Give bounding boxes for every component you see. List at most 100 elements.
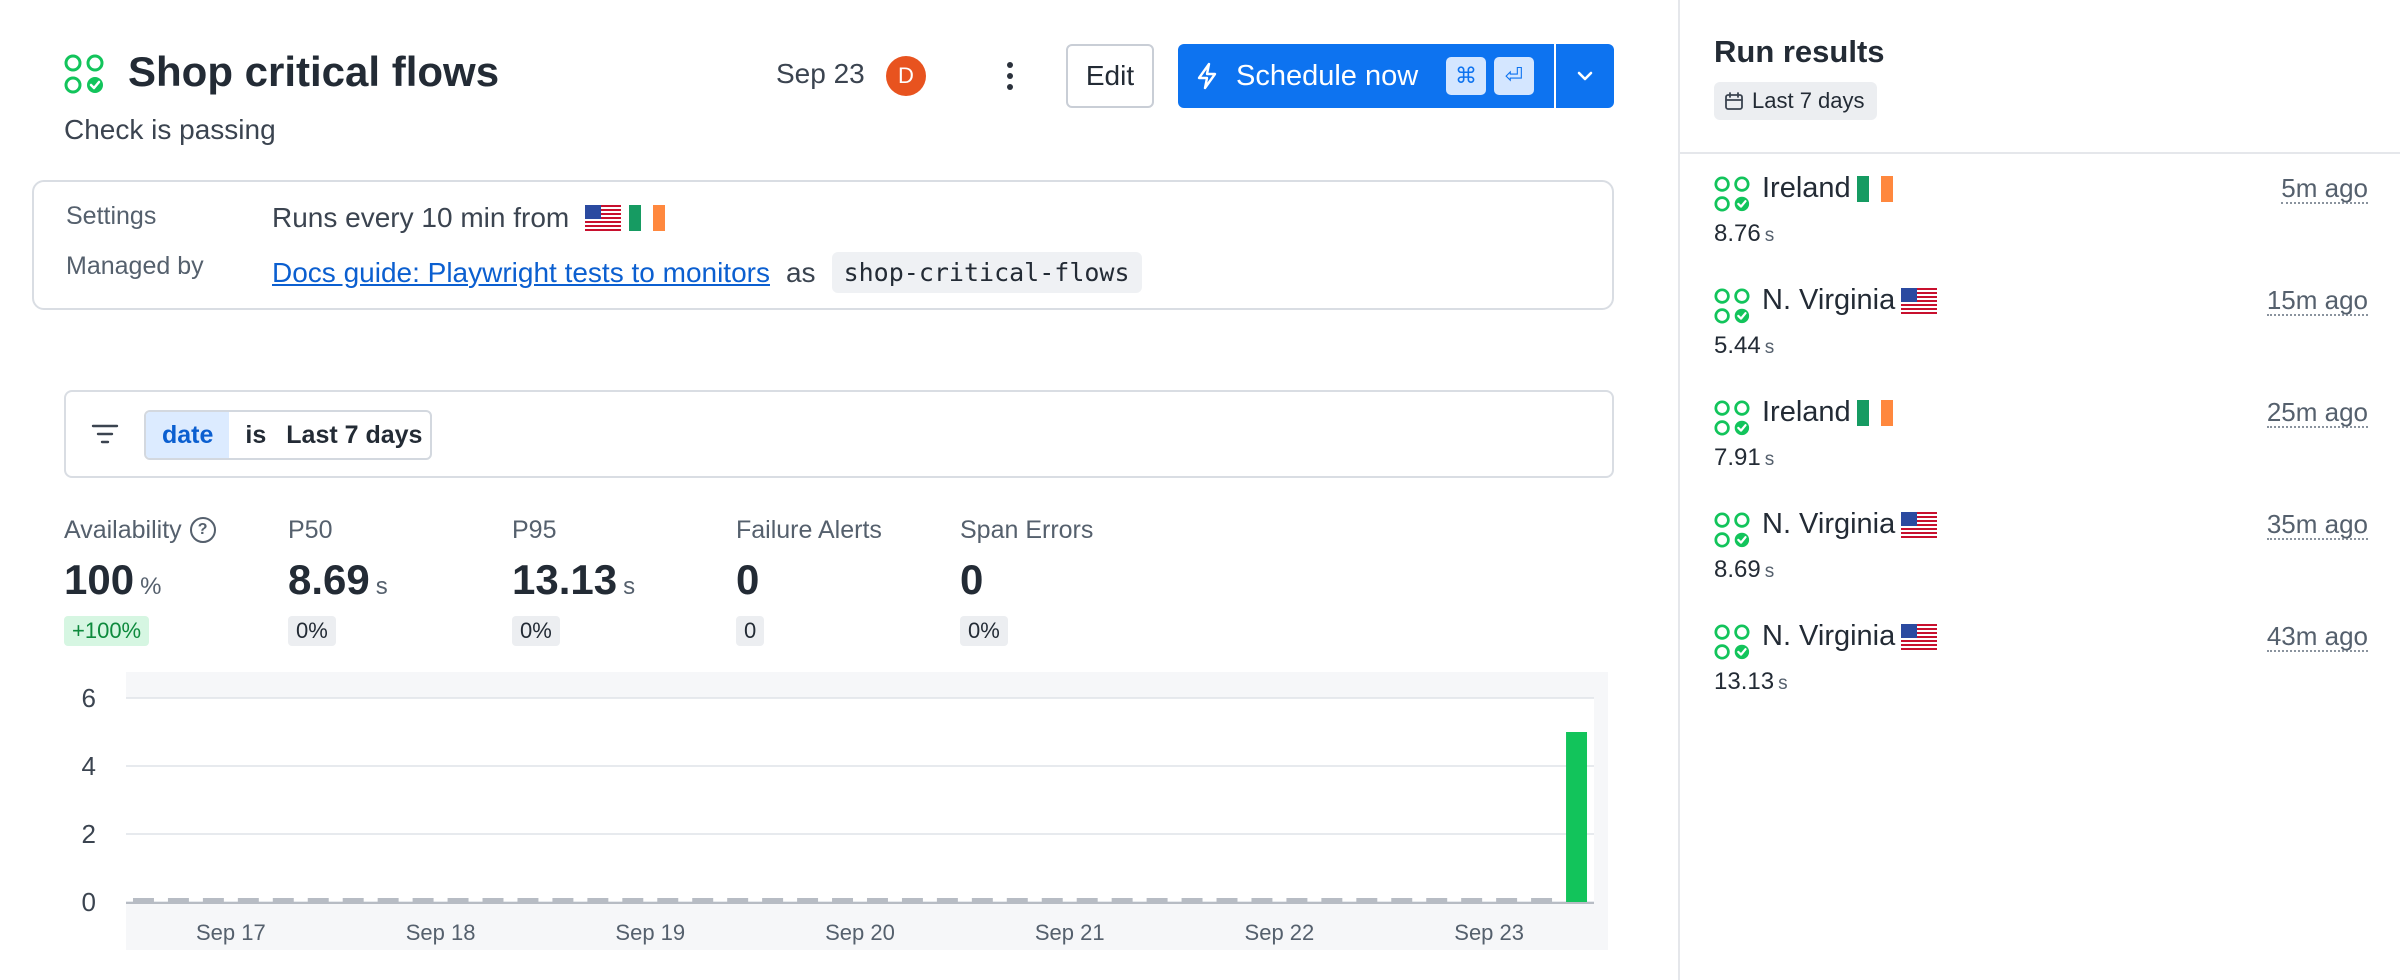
run-timestamp[interactable]: 35m ago (2266, 510, 2368, 540)
calendar-icon (1725, 92, 1743, 110)
divider (1680, 152, 2400, 154)
check-passed-icon (1714, 400, 1750, 436)
more-dots-icon (1007, 62, 1013, 68)
metric-p50: P50 8.69 s 0% (288, 514, 498, 646)
schedule-now-button[interactable]: Schedule now ⌘ ⏎ (1178, 44, 1554, 108)
chart-bar-zero (412, 898, 434, 902)
metric-availability: Availability ? 100% +100% (64, 514, 274, 646)
help-icon[interactable]: ? (189, 517, 216, 543)
edit-button[interactable]: Edit (1066, 44, 1154, 108)
avatar[interactable]: D (886, 56, 926, 96)
chart-bar-zero (1076, 898, 1098, 902)
us-flag-icon (1901, 511, 1938, 538)
run-location: Ireland (1762, 172, 1851, 204)
metric-value: 0 (736, 556, 760, 603)
chart-y-tick-label: 4 (82, 751, 96, 781)
ireland-flag-icon (1856, 175, 1893, 202)
chart-bar-zero (797, 898, 819, 902)
managed-by-label: Managed by (66, 252, 204, 280)
chart-bar-zero (692, 898, 714, 902)
schedule-options-dropdown[interactable] (1556, 44, 1614, 108)
chart-bar-zero (447, 898, 469, 902)
chart-bar-zero (1426, 898, 1448, 902)
project-code-label: shop-critical-flows (831, 252, 1142, 293)
chart-bar-zero (1496, 898, 1518, 902)
run-location: N. Virginia (1762, 284, 1896, 316)
metric-change-badge: 0% (288, 616, 336, 646)
date-range-filter[interactable]: Last 7 days (1714, 82, 1877, 120)
settings-card: Settings Runs every 10 min from Managed … (32, 180, 1614, 310)
metric-change-badge: 0% (512, 616, 560, 646)
metric-label: Failure Alerts (736, 515, 882, 544)
check-passed-icon (1714, 288, 1750, 324)
chart-x-tick-label: Sep 19 (615, 920, 685, 945)
run-timestamp[interactable]: 25m ago (2266, 398, 2368, 428)
chart-bar-zero (1181, 898, 1203, 902)
filter-value: Last 7 days (286, 421, 423, 449)
chart-bar-zero (1006, 898, 1028, 902)
chart-bar-zero (307, 898, 329, 902)
chart-y-tick-label: 6 (82, 683, 96, 713)
settings-value: Runs every 10 min from (272, 202, 666, 234)
chart-bar-zero (377, 898, 399, 902)
managed-as-text: as (785, 256, 816, 288)
run-result-item[interactable]: Ireland 25m ago 7.91 s (1714, 396, 2368, 492)
run-result-item[interactable]: N. Virginia 35m ago 8.69 s (1714, 508, 2368, 604)
run-duration-unit: s (1764, 225, 1775, 246)
chart-y-tick-label: 0 (82, 887, 96, 917)
chart-bar-zero (1356, 898, 1378, 902)
chart-bar-zero (237, 898, 259, 902)
run-duration-unit: s (1778, 673, 1788, 694)
check-status-icon (64, 54, 104, 94)
metric-value: 0 (960, 556, 984, 603)
enter-key-icon: ⏎ (1494, 57, 1534, 95)
chart-bar-zero (1251, 898, 1273, 902)
more-options-button[interactable] (990, 56, 1030, 96)
chart-bar-zero (1041, 898, 1063, 902)
chart-bar-zero (1286, 898, 1308, 902)
chart-bar-zero (762, 898, 784, 902)
schedule-now-label: Schedule now (1236, 60, 1419, 92)
run-result-item[interactable]: N. Virginia 43m ago 13.13 s (1714, 620, 2368, 716)
chart-x-tick-label: Sep 20 (825, 920, 895, 945)
chart-bar-zero (936, 898, 958, 902)
chart-bar-zero (202, 898, 224, 902)
metric-failure-alerts: Failure Alerts 0 0 (736, 514, 946, 646)
chart-bar-zero (1321, 898, 1343, 902)
date-range-label: Last 7 days (1752, 88, 1865, 113)
filter-key: date (146, 412, 230, 458)
chart-bar-zero (272, 898, 294, 902)
run-result-item[interactable]: Ireland 5m ago 8.76 s (1714, 172, 2368, 268)
run-timestamp[interactable]: 15m ago (2266, 286, 2368, 316)
managed-by-value: Docs guide: Playwright tests to monitors… (272, 252, 1142, 293)
run-result-item[interactable]: N. Virginia 15m ago 5.44 s (1714, 284, 2368, 380)
us-flag-icon (1901, 287, 1938, 314)
chart-plot-area (126, 698, 1594, 902)
run-location: N. Virginia (1762, 508, 1896, 540)
run-timestamp[interactable]: 43m ago (2266, 622, 2368, 652)
bar-chart-svg: 0 2 4 6 Sep 17 Sep 18 Sep 19 Sep 20 Sep 21 Sep 22… (82, 672, 1608, 950)
run-count-chart: 0 2 4 6 Sep 17 Sep 18 Sep 19 Sep 20 Sep 21 Sep 22… (64, 672, 1614, 950)
filter-icon[interactable] (90, 422, 120, 451)
lightning-icon (1196, 62, 1218, 95)
chart-bar-zero (832, 898, 854, 902)
chart-bar-zero (727, 898, 749, 902)
metric-unit: % (140, 573, 162, 600)
run-timestamp[interactable]: 5m ago (2281, 174, 2368, 204)
chart-x-tick-label: Sep 23 (1454, 920, 1524, 945)
chart-bar-zero (342, 898, 364, 902)
chart-bar-zero (1146, 898, 1168, 902)
metric-change-badge: +100% (64, 616, 150, 646)
run-duration-unit: s (1764, 561, 1775, 582)
chevron-down-icon (1577, 71, 1593, 81)
docs-guide-link[interactable]: Docs guide: Playwright tests to monitors (272, 257, 770, 289)
chart-bar-zero (971, 898, 993, 902)
date-filter-chip[interactable]: date is Last 7 days (144, 410, 433, 460)
run-duration-unit: s (1764, 449, 1775, 470)
metric-unit: s (623, 573, 636, 600)
run-duration: 13.13 (1714, 668, 1775, 695)
run-duration: 8.69 (1714, 556, 1761, 583)
chart-bar-zero (517, 898, 539, 902)
command-key-icon: ⌘ (1446, 57, 1486, 95)
run-duration: 8.76 (1714, 220, 1761, 247)
